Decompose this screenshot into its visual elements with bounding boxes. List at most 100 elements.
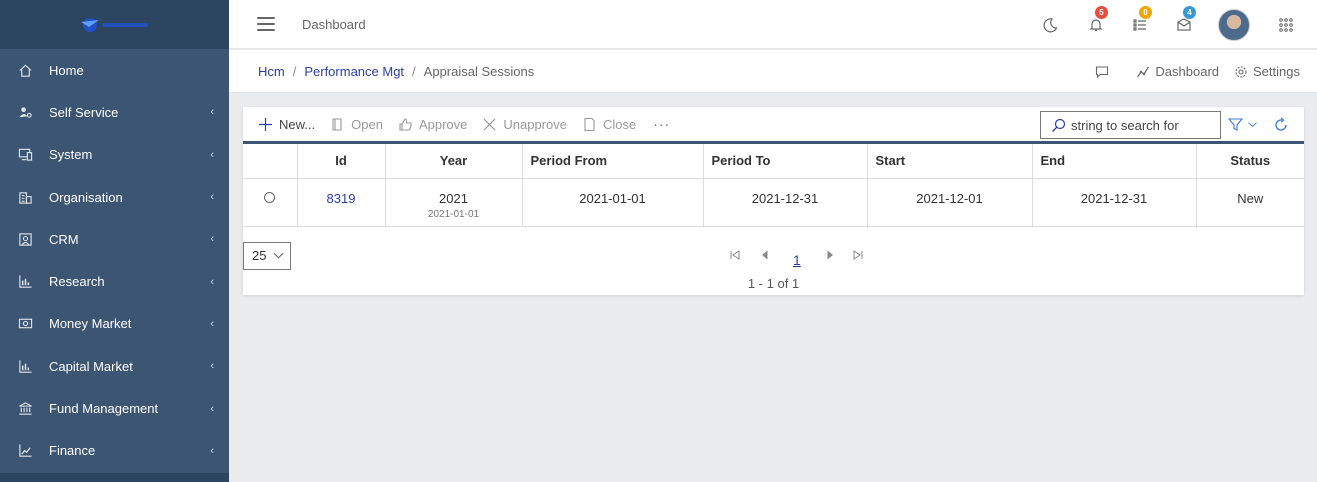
- breadcrumb-performance-mgt[interactable]: Performance Mgt: [304, 64, 404, 79]
- approve-button[interactable]: Approve: [398, 117, 467, 132]
- year-subvalue: 2021-01-01: [427, 208, 480, 220]
- page-size-value: 25: [252, 248, 267, 263]
- user-settings-icon: [17, 104, 33, 120]
- sidebar-item-self-service[interactable]: Self Service ‹: [0, 91, 229, 133]
- breadcrumb-current: Appraisal Sessions: [423, 63, 535, 79]
- bar-chart-icon: [17, 274, 33, 290]
- chevron-left-icon: ‹: [210, 106, 214, 119]
- sidebar-item-finance[interactable]: Finance ‹: [0, 430, 229, 472]
- first-page-icon: [730, 249, 740, 260]
- sidebar-item-system[interactable]: System ‹: [0, 134, 229, 176]
- bank-icon: [17, 401, 33, 417]
- sidebar-item-organisation[interactable]: Organisation ‹: [0, 176, 229, 218]
- refresh-icon[interactable]: [1273, 117, 1289, 133]
- new-button[interactable]: New...: [258, 117, 315, 132]
- tasks-badge: 0: [1139, 5, 1152, 19]
- next-page-button[interactable]: [824, 249, 836, 261]
- row-select-radio[interactable]: [264, 191, 276, 203]
- id-link[interactable]: 8319: [327, 191, 356, 206]
- chevron-left-icon: ‹: [210, 148, 214, 161]
- period-from-cell: 2021-01-01: [522, 178, 704, 227]
- status-cell: New: [1196, 178, 1304, 227]
- column-header-period-to[interactable]: Period To: [703, 144, 868, 179]
- sidebar-item-fund-management[interactable]: Fund Management ‹: [0, 387, 229, 429]
- menu-toggle-icon[interactable]: [257, 17, 275, 31]
- page-size-select[interactable]: 25: [243, 241, 291, 270]
- column-header-end[interactable]: End: [1032, 144, 1197, 179]
- current-page-link[interactable]: 1: [793, 252, 801, 268]
- bell-icon: [1089, 18, 1103, 31]
- approve-label: Approve: [418, 116, 468, 132]
- notifications-button[interactable]: 5: [1086, 5, 1108, 35]
- dashboard-label: Dashboard: [1155, 64, 1220, 79]
- user-avatar[interactable]: [1218, 8, 1250, 41]
- column-header-start[interactable]: Start: [867, 144, 1033, 179]
- moon-icon: [1043, 17, 1058, 32]
- close-label: Close: [602, 116, 637, 132]
- page-info: 1 - 1 of 1: [747, 275, 800, 291]
- bar-chart-icon: [17, 358, 33, 374]
- x-icon: [483, 118, 496, 130]
- sidebar-item-label: Organisation: [49, 189, 123, 205]
- sidebar-item-label: Home: [49, 62, 84, 78]
- year-cell: 2021 2021-01-01: [385, 178, 523, 227]
- sidebar-item-crm[interactable]: CRM ‹: [0, 218, 229, 260]
- apps-grid-icon: [1279, 17, 1293, 32]
- close-button[interactable]: Close: [582, 117, 636, 132]
- dashboard-link[interactable]: Dashboard: [1136, 64, 1219, 79]
- gear-icon: [1235, 65, 1247, 78]
- tasks-button[interactable]: 0: [1130, 5, 1152, 35]
- sidebar-item-research[interactable]: Research ‹: [0, 260, 229, 302]
- home-icon: [17, 62, 33, 78]
- sidebar: Home Self Service ‹ System ‹ Organisation ‹ CRM…: [0, 0, 229, 482]
- company-logo[interactable]: [0, 0, 229, 49]
- table-header-row: Id Year Period From Period To Start End …: [243, 144, 1304, 179]
- first-page-button[interactable]: [729, 249, 741, 261]
- envelope-icon: [1177, 17, 1191, 31]
- filter-button[interactable]: [1228, 117, 1258, 132]
- document-icon: [584, 117, 595, 131]
- pager: 25 1 1 - 1 of 1: [243, 227, 1304, 292]
- sidebar-item-home[interactable]: Home: [0, 49, 229, 91]
- search-input[interactable]: [1071, 117, 1211, 133]
- table-row[interactable]: 8319 2021 2021-01-01 2021-01-01 2021-12-…: [243, 178, 1304, 227]
- settings-label: Settings: [1253, 64, 1300, 79]
- last-page-icon: [853, 249, 863, 260]
- column-header-year[interactable]: Year: [385, 144, 523, 179]
- id-cell: 8319: [297, 178, 386, 227]
- chevron-left-icon: ‹: [210, 360, 214, 373]
- search-box: [1040, 111, 1221, 139]
- column-header-status[interactable]: Status: [1196, 144, 1304, 179]
- previous-page-icon: [762, 250, 768, 259]
- sidebar-item-label: CRM: [49, 231, 79, 247]
- apps-grid-button[interactable]: [1276, 15, 1296, 35]
- column-header-id[interactable]: Id: [297, 144, 386, 179]
- unapprove-button[interactable]: Unapprove: [482, 117, 567, 132]
- more-actions-button[interactable]: ···: [653, 116, 670, 132]
- settings-link[interactable]: Settings: [1234, 64, 1300, 79]
- filter-icon: [1228, 118, 1243, 131]
- sidebar-item-money-market[interactable]: Money Market ‹: [0, 303, 229, 345]
- dark-mode-toggle[interactable]: [1040, 15, 1060, 35]
- start-cell: 2021-12-01: [867, 178, 1033, 227]
- money-icon: [17, 316, 33, 332]
- comments-button[interactable]: [1095, 65, 1114, 79]
- next-page-icon: [827, 250, 833, 259]
- last-page-button[interactable]: [852, 249, 864, 261]
- column-header-period-from[interactable]: Period From: [522, 144, 704, 179]
- end-cell: 2021-12-31: [1032, 178, 1197, 227]
- chevron-left-icon: ‹: [210, 275, 214, 288]
- chevron-left-icon: ‹: [210, 444, 214, 457]
- breadcrumb-hcm[interactable]: Hcm: [258, 64, 285, 79]
- messages-button[interactable]: 4: [1174, 5, 1196, 35]
- chevron-left-icon: ‹: [210, 233, 214, 246]
- sidebar-menu: Home Self Service ‹ System ‹ Organisation ‹ CRM…: [0, 49, 229, 472]
- open-button[interactable]: Open: [330, 117, 383, 132]
- sidebar-item-capital-market[interactable]: Capital Market ‹: [0, 345, 229, 387]
- sidebar-item-label: System: [49, 147, 93, 163]
- year-value: 2021: [439, 190, 468, 206]
- search-icon: [1052, 118, 1066, 132]
- previous-page-button[interactable]: [759, 249, 771, 261]
- plus-icon: [259, 117, 272, 131]
- building-icon: [17, 189, 33, 205]
